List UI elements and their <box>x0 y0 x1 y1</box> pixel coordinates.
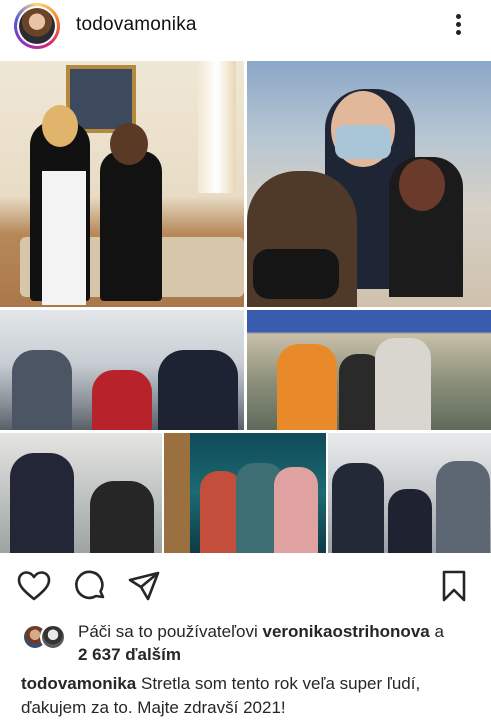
likes-text: Páči sa to používateľovi veronikaostriho… <box>78 622 444 642</box>
post-username[interactable]: todovamonika <box>76 14 197 36</box>
photo-newsroom-group <box>328 433 491 553</box>
photo-stage-group <box>164 433 326 553</box>
photo-two-people-outside <box>0 433 162 553</box>
send-icon[interactable] <box>126 568 162 604</box>
photo-palace-meeting <box>0 61 244 307</box>
likes-connector: a <box>434 622 444 641</box>
post-header: todovamonika <box>0 0 491 55</box>
likes-username[interactable]: veronikaostrihonova <box>263 622 430 641</box>
heart-icon[interactable] <box>16 568 52 604</box>
post-caption: todovamonika Stretla som tento rok veľa … <box>21 672 481 720</box>
avatar-border <box>17 6 57 46</box>
bookmark-icon[interactable] <box>436 568 472 604</box>
comment-icon[interactable] <box>72 568 108 604</box>
post-actions-bar <box>0 566 491 606</box>
avatar-image <box>19 8 55 44</box>
profile-avatar[interactable] <box>14 3 60 49</box>
likes-prefix: Páči sa to používateľovi <box>78 622 258 641</box>
liker-avatar <box>40 624 66 650</box>
likes-others-count[interactable]: 2 637 ďalším <box>78 645 181 665</box>
caption-username[interactable]: todovamonika <box>21 674 136 693</box>
post-image-collage[interactable] <box>0 61 491 553</box>
photo-office-group <box>0 310 244 430</box>
more-vertical-icon[interactable] <box>448 12 468 40</box>
photo-shop-group <box>247 310 491 430</box>
likes-summary[interactable]: Páči sa to používateľovi veronikaostriho… <box>0 620 491 668</box>
photo-selfie-three-people <box>247 61 491 307</box>
